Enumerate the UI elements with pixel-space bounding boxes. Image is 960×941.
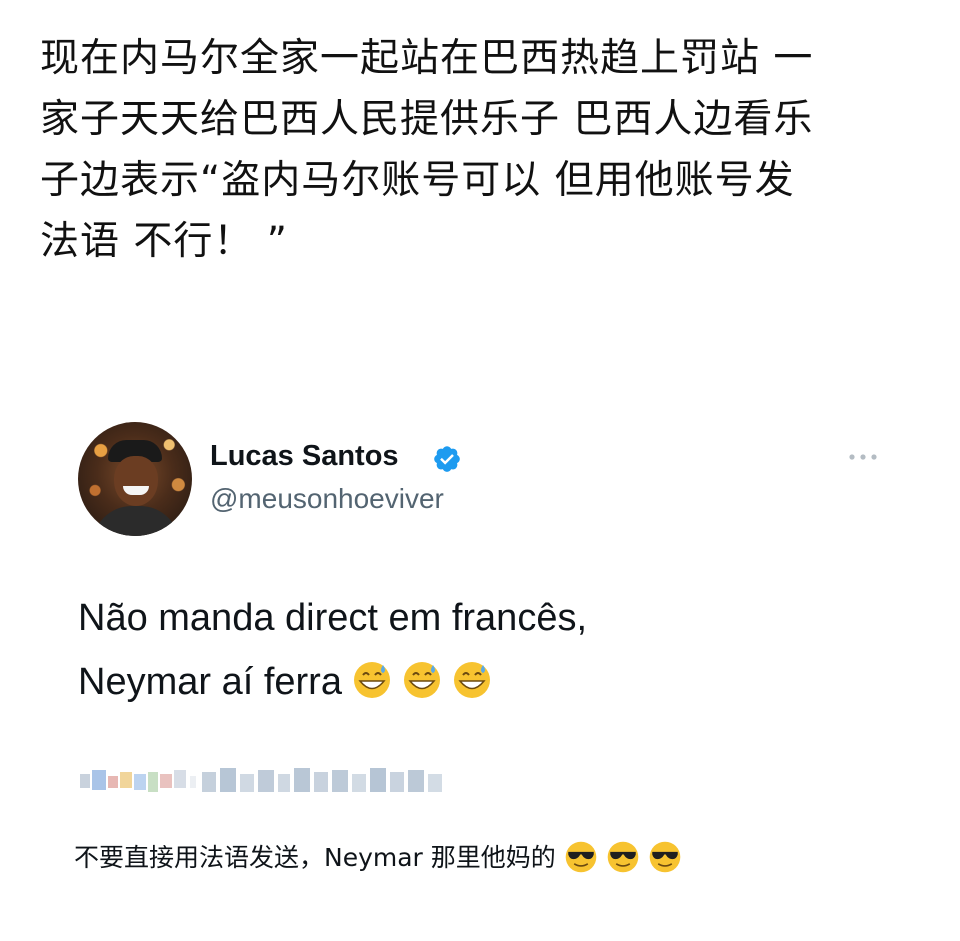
avatar[interactable] <box>78 422 192 536</box>
sunglasses-emoji <box>565 841 597 873</box>
translation-text: 不要直接用法语发送，Neymar 那里他妈的 <box>74 838 682 878</box>
tweet-author-name[interactable]: Lucas Santos <box>210 440 399 473</box>
translated-by-label-blurred <box>80 768 442 792</box>
tweet-body-text: Neymar aí ferra <box>78 661 342 703</box>
verified-badge-icon <box>434 446 460 472</box>
grinning-sweat-emoji <box>453 662 490 698</box>
post-text-line: 子边表示“盗内马尔账号可以 但用他账号发 <box>40 158 795 203</box>
tweet-body: Não manda direct em francês, Neymar aí f… <box>78 586 587 714</box>
tweet-author-handle[interactable]: @meusonhoeviver <box>210 483 444 515</box>
more-horizontal-icon[interactable] <box>846 448 880 466</box>
post-text-line: 家子天天给巴西人民提供乐子 巴西人边看乐 <box>40 97 814 142</box>
tweet-body-line: Neymar aí ferra <box>78 650 587 714</box>
grinning-sweat-emoji <box>403 662 440 698</box>
translation-text-content: 不要直接用法语发送，Neymar 那里他妈的 <box>74 843 556 872</box>
grinning-sweat-emoji <box>353 662 390 698</box>
post-text: 现在内马尔全家一起站在巴西热趋上罚站 一 家子天天给巴西人民提供乐子 巴西人边看… <box>40 28 930 272</box>
post-text-line: 现在内马尔全家一起站在巴西热趋上罚站 一 <box>40 36 814 81</box>
post-text-line: 法语 不行！ ” <box>40 219 288 264</box>
tweet-body-line: Não manda direct em francês, <box>78 597 588 639</box>
sunglasses-emoji <box>649 841 681 873</box>
sunglasses-emoji <box>607 841 639 873</box>
